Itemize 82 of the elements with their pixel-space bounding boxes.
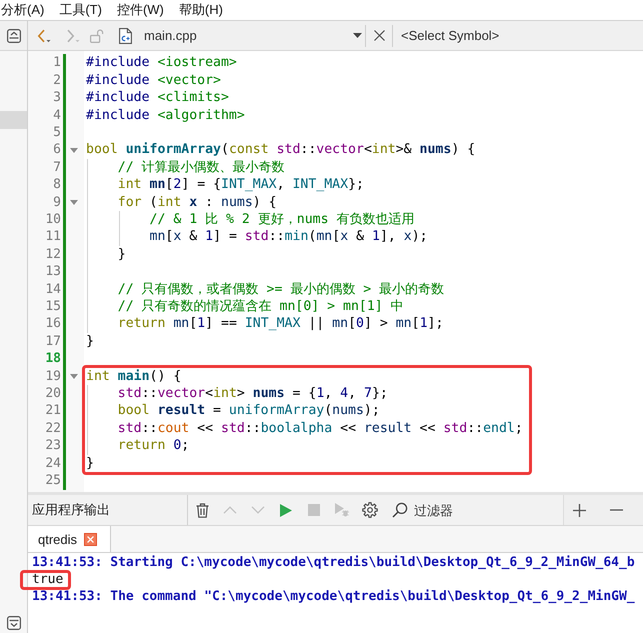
cpp-file-icon (119, 28, 132, 44)
line-number: 22 (44, 420, 62, 438)
chevron-left-icon (36, 28, 50, 42)
line-number: 23 (44, 437, 62, 455)
line-number: 13 (44, 263, 62, 281)
code-line: int mn[2] = {INT_MAX, INT_MAX}; (118, 177, 364, 192)
line-number: 18 (44, 350, 62, 368)
line-number: 2 (52, 72, 62, 90)
line-number: 8 (52, 176, 62, 194)
fold-triangle-icon[interactable] (70, 200, 78, 205)
line-number: 17 (44, 332, 62, 350)
line-number: 14 (44, 280, 62, 298)
code-line: return 0; (118, 438, 190, 454)
line-number: 4 (52, 106, 62, 124)
close-icon[interactable] (84, 532, 98, 546)
output-line: true (32, 572, 64, 586)
symbol-selector[interactable]: <Select Symbol> (394, 24, 643, 48)
chevron-down-icon (251, 506, 265, 514)
code-line: } (86, 456, 94, 471)
code-line: return mn[1] == INT_MAX || mn[0] > mn[1]; (118, 316, 444, 332)
code-line: } (118, 246, 126, 262)
settings-icon (362, 502, 378, 518)
line-number: 10 (44, 210, 62, 228)
menu-item[interactable]: 控件(W) (116, 0, 164, 20)
line-number: 5 (52, 124, 62, 142)
line-number: 19 (44, 368, 62, 386)
code-line: int main() { (86, 368, 182, 384)
line-number: 1 (52, 54, 62, 72)
line-number: 6 (52, 141, 62, 159)
menu-item[interactable]: 分析(A) (1, 0, 44, 20)
indent-guide (87, 385, 88, 455)
trash-icon (196, 502, 208, 518)
close-icon (374, 30, 384, 41)
line-number: 25 (44, 472, 62, 490)
line-number: 20 (44, 385, 62, 402)
play-icon (280, 504, 292, 516)
code-line: } (86, 334, 94, 349)
code-line: #include <vector> (86, 72, 221, 88)
code-line: // 只有偶数，或者偶数 >= 最小的偶数 > 最小的奇数 (118, 282, 444, 297)
output-line: 13:41:53: The command "C:\mycode\mycode\qtredis\build\Desktop_Qt_6_9_2_MinGW_ (32, 590, 635, 604)
menu-item[interactable]: 帮助(H) (178, 0, 223, 20)
code-line: #include <iostream> (86, 55, 237, 70)
file-selector[interactable]: main.cpp (114, 24, 364, 48)
chevron-up-icon (223, 506, 237, 514)
line-number: 7 (52, 158, 62, 176)
line-number: 16 (44, 315, 62, 333)
line-number: 12 (44, 246, 62, 264)
pane-title: 应用程序输出 (32, 501, 110, 519)
line-number: 21 (44, 402, 62, 420)
line-number: 24 (44, 454, 62, 472)
code-line: #include <climits> (86, 90, 229, 106)
minus-icon (610, 509, 622, 511)
code-line: // 只有奇数的情况蕴含在 mn[0] > mn[1] 中 (118, 298, 404, 314)
code-line: std::vector<int> nums = {1, 4, 7}; (118, 386, 388, 402)
fold-triangle-icon[interactable] (70, 374, 78, 379)
menu-item[interactable]: 工具(T) (59, 0, 102, 20)
filter-field[interactable]: 过滤器 (414, 500, 554, 520)
caret-down-icon (353, 33, 362, 38)
fold-triangle-icon[interactable] (70, 148, 78, 153)
code-line: mn[x & 1] = std::min(mn[x & 1], x); (150, 229, 428, 244)
line-number: 9 (52, 194, 62, 211)
code-line: std::cout << std::boolalpha << result << std::endl; (118, 420, 523, 436)
panel-toggle-icon[interactable] (6, 616, 20, 630)
stop-icon (308, 504, 320, 516)
search-icon (392, 502, 408, 518)
indent-guide (118, 210, 120, 246)
plus-icon (572, 504, 586, 516)
output-tab[interactable]: qtredis (28, 526, 112, 552)
line-number: 3 (52, 89, 62, 107)
padlock-icon[interactable] (90, 28, 104, 42)
line-number: 15 (44, 298, 62, 316)
line-number: 11 (44, 228, 62, 246)
chevron-right-icon (64, 28, 80, 42)
output-line: 13:41:53: Starting C:\mycode\mycode\qtredis\build\Desktop_Qt_6_9_2_MinGW_64_b (32, 556, 635, 570)
play-bug-icon (335, 503, 349, 517)
panel-toggle-icon[interactable] (6, 28, 20, 42)
code-line: bool uniformArray(const std::vector<int>& nums) { (86, 142, 476, 158)
code-line: bool result = uniformArray(nums); (118, 403, 380, 418)
code-line: // & 1 比 % 2 更好，nums 有负数也适用 (150, 212, 414, 227)
code-line: #include <algorithm> (86, 108, 245, 123)
code-line: // 计算最小偶数、最小奇数 (118, 160, 285, 175)
code-line: for (int x : nums) { (118, 194, 277, 210)
